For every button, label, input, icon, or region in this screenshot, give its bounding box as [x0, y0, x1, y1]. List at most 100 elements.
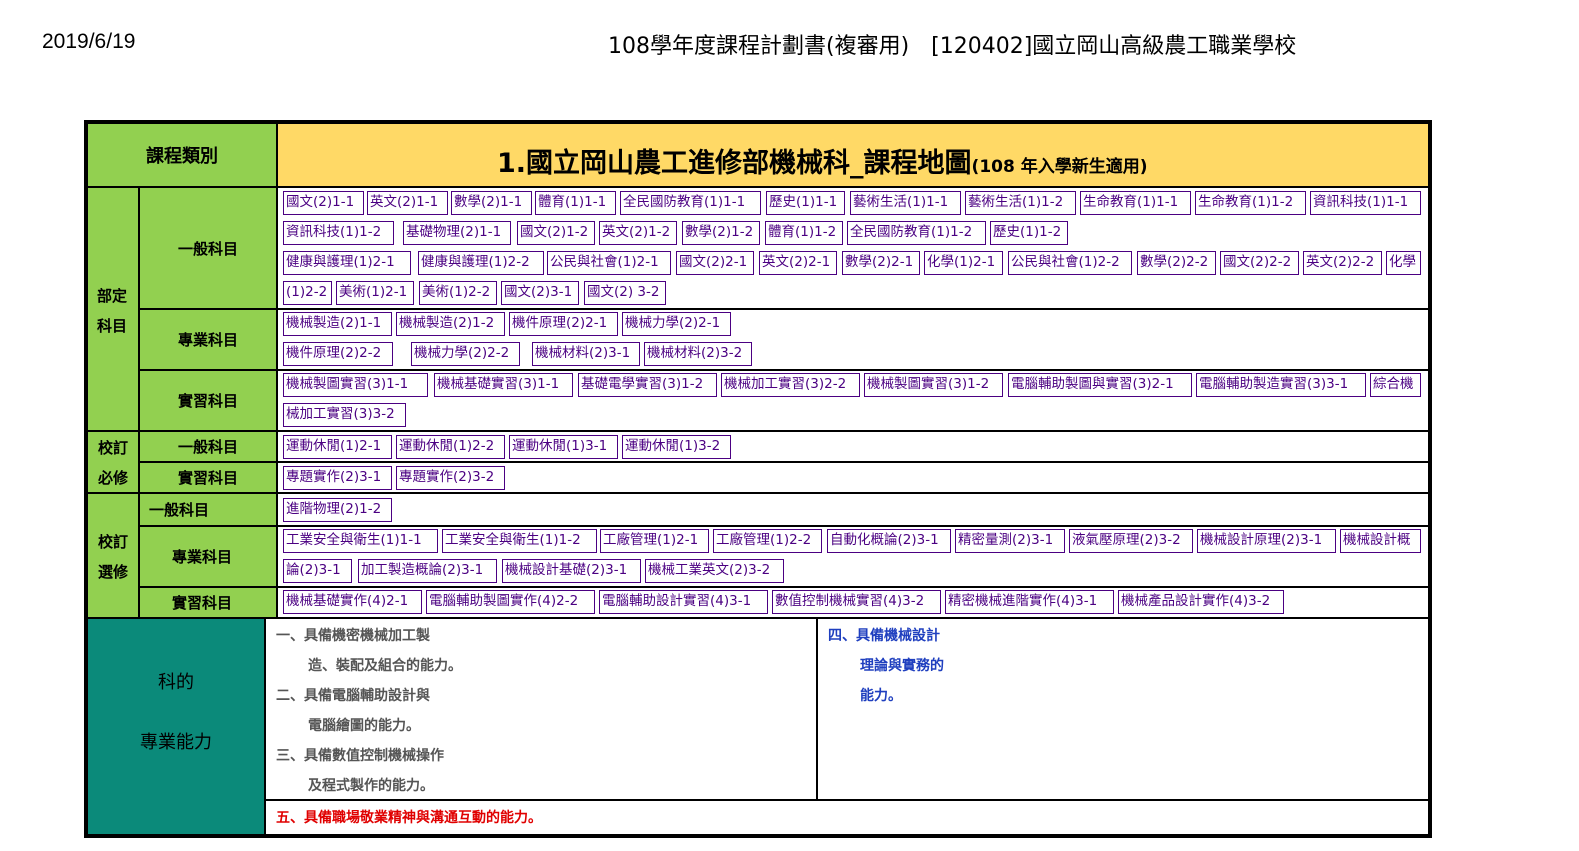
course-chip: 機械設計基礎(2)3-1	[502, 559, 641, 583]
course-chip: 藝術生活(1)1-2	[965, 191, 1076, 215]
xx-general-courses-cell	[277, 493, 1429, 526]
course-chip: 數值控制機械實習(4)3-2	[772, 590, 941, 614]
competency-item2-line1: 二、具備電腦輔助設計與	[276, 688, 430, 704]
competency-label-line1: 科的	[158, 672, 194, 693]
course-chip: 運動休閒(1)3-1	[509, 435, 618, 459]
group-xiaoxuan-line2: 選修	[97, 562, 128, 581]
course-chip: 英文(2)2-1	[759, 251, 837, 275]
competency-item1-line2: 造、裝配及組合的能力。	[308, 658, 462, 674]
course-chip: 工廠管理(1)2-1	[600, 529, 709, 553]
course-chip: 國文(2)2-1	[676, 251, 754, 275]
course-chip: 專題實作(2)3-2	[396, 466, 505, 490]
course-chip: 機械設計概	[1340, 529, 1421, 553]
map-title: 1.國立岡山農工進修部機械科_課程地圖(108 年入學新生適用)	[497, 141, 1148, 180]
competency-item5: 五、具備職場敬業精神與溝通互動的能力。	[276, 810, 542, 826]
document-title: 108學年度課程計劃書(複審用) [120402]國立岡山高級農工職業學校	[608, 34, 1297, 59]
course-chip: 數學(2)2-2	[1137, 251, 1216, 275]
course-chip: 機械加工實習(3)2-2	[721, 373, 860, 397]
course-chip: 美術(1)2-1	[336, 281, 414, 305]
competency-item4-line2: 理論與實務的	[860, 658, 944, 674]
course-chip: 精密機械進階實作(4)3-1	[945, 590, 1114, 614]
document-date: 2019/6/19	[42, 30, 136, 53]
course-chip: 機械工業英文(2)3-2	[645, 559, 784, 583]
course-chip: 械加工實習(3)3-2	[283, 403, 406, 427]
course-chip: 工廠管理(1)2-2	[713, 529, 822, 553]
course-chip: 機械設計原理(2)3-1	[1197, 529, 1336, 553]
course-chip: (1)2-2	[283, 281, 332, 305]
course-chip: 健康與護理(1)2-2	[418, 251, 544, 275]
course-chip: 機械材料(2)3-2	[644, 342, 752, 366]
row-bd-pro-label: 專業科目	[177, 331, 238, 349]
course-chip: 液氣壓原理(2)3-2	[1069, 529, 1193, 553]
course-chip: 全民國防教育(1)1-1	[620, 191, 761, 215]
group-xiaoxuan-line1: 校訂	[97, 532, 128, 551]
course-chip: 機械力學(2)2-1	[622, 312, 731, 336]
course-chip: 自動化概論(2)3-1	[827, 529, 951, 553]
course-chip: 體育(1)1-2	[765, 221, 843, 245]
group-buding-line1: 部定	[97, 286, 128, 305]
competency-left-cell	[265, 618, 817, 800]
course-chip: 英文(2)1-1	[367, 191, 448, 215]
course-chip: 歷史(1)1-1	[766, 191, 845, 215]
competency-right-cell	[817, 618, 1429, 800]
row-bd-general-label: 一般科目	[177, 239, 238, 258]
course-chip: 健康與護理(1)2-1	[283, 251, 411, 275]
course-chip: 電腦輔助設計實習(4)3-1	[599, 590, 768, 614]
course-chip: 生命教育(1)1-2	[1195, 191, 1306, 215]
course-chip: 機械製圖實習(3)1-1	[283, 373, 428, 397]
course-chip: 工業安全與衛生(1)1-1	[283, 529, 438, 553]
course-chip: 英文(2)1-2	[599, 221, 677, 245]
course-chip: 機械產品設計實作(4)3-2	[1118, 590, 1284, 614]
course-chip: 數學(2)1-1	[451, 191, 532, 215]
group-xiaobi-line1: 校訂	[97, 438, 128, 457]
course-chip: 綜合機	[1370, 373, 1421, 397]
row-bd-prac-label: 實習科目	[177, 392, 238, 410]
course-chip: 電腦輔助製造實習(3)3-1	[1196, 373, 1366, 397]
row-xx-prac-label: 實習科目	[171, 594, 232, 612]
course-chip: 國文(2) 3-2	[584, 281, 666, 305]
course-chip: 機械基礎實習(3)1-1	[434, 373, 573, 397]
group-buding-line2: 科目	[97, 316, 128, 335]
course-chip: 基礎物理(2)1-1	[403, 221, 511, 245]
course-chip: 國文(2)1-2	[517, 221, 595, 245]
course-chip: 資訊科技(1)1-2	[283, 221, 394, 245]
course-chip: 公民與社會(1)2-2	[1008, 251, 1132, 275]
row-xx-pro-label: 專業科目	[171, 548, 232, 566]
competency-item2-line2: 電腦繪圖的能力。	[308, 718, 420, 734]
competency-label-line2: 專業能力	[140, 732, 212, 753]
course-chip: 機件原理(2)2-1	[509, 312, 618, 336]
course-chip: 美術(1)2-2	[419, 281, 497, 305]
course-chip: 運動休閒(1)3-2	[622, 435, 731, 459]
course-chip: 公民與社會(1)2-1	[547, 251, 671, 275]
course-chip: 進階物理(2)1-2	[283, 498, 392, 522]
course-chip: 精密量測(2)3-1	[955, 529, 1065, 553]
course-chip: 電腦輔助製圖與實習(3)2-1	[1008, 373, 1192, 397]
course-chip: 運動休閒(1)2-2	[396, 435, 505, 459]
competency-item3-line2: 及程式製作的能力。	[308, 778, 434, 794]
course-chip: 資訊科技(1)1-1	[1310, 191, 1421, 215]
group-xiaobi-line2: 必修	[97, 468, 128, 487]
competency-item1-line1: 一、具備機密機械加工製	[276, 628, 430, 644]
course-chip: 機械力學(2)2-2	[411, 342, 520, 366]
course-chip: 論(2)3-1	[283, 559, 352, 583]
course-chip: 英文(2)2-2	[1303, 251, 1382, 275]
course-chip: 體育(1)1-1	[535, 191, 616, 215]
course-chip: 機械材料(2)3-1	[532, 342, 640, 366]
course-chip: 化學	[1386, 251, 1421, 275]
competency-item4-line1: 四、具備機械設計	[828, 628, 940, 644]
course-chip: 生命教育(1)1-1	[1080, 191, 1191, 215]
map-title-main: 1.國立岡山農工進修部機械科_課程地圖	[497, 148, 972, 179]
course-chip: 基礎電學實習(3)1-2	[578, 373, 717, 397]
course-chip: 國文(2)3-1	[501, 281, 579, 305]
course-chip: 專題實作(2)3-1	[283, 466, 392, 490]
course-chip: 數學(2)2-1	[842, 251, 920, 275]
course-chip: 國文(2)2-2	[1220, 251, 1299, 275]
course-chip: 國文(2)1-1	[283, 191, 364, 215]
course-chip: 歷史(1)1-2	[990, 221, 1068, 245]
course-chip: 電腦輔助製圖實作(4)2-2	[426, 590, 595, 614]
row-xb-prac-label: 實習科目	[177, 469, 238, 487]
course-chip: 數學(2)1-2	[682, 221, 760, 245]
course-chip: 加工製造概論(2)3-1	[358, 559, 497, 583]
map-title-sub: (108 年入學新生適用)	[971, 157, 1148, 177]
course-chip: 機械製造(2)1-1	[283, 312, 392, 336]
